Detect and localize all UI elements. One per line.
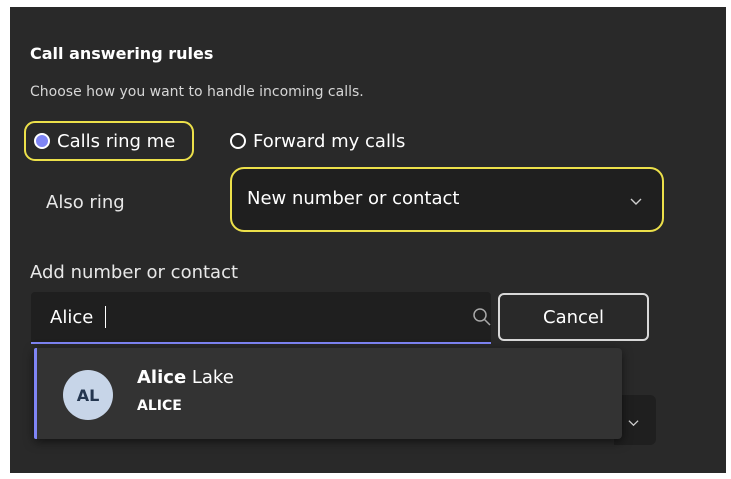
contact-name-match: Alice bbox=[137, 367, 187, 388]
contact-search-box bbox=[31, 292, 491, 344]
contact-name: Alice Lake bbox=[137, 367, 234, 388]
also-ring-dropdown[interactable]: New number or contact bbox=[230, 167, 664, 232]
radio-unselected-icon bbox=[230, 133, 246, 149]
radio-selected-icon bbox=[34, 133, 50, 149]
chevron-down-icon bbox=[628, 420, 639, 427]
call-answering-panel: Call answering rules Choose how you want… bbox=[10, 7, 726, 473]
contact-alias: ALICE bbox=[137, 398, 182, 414]
also-ring-label: Also ring bbox=[46, 192, 125, 213]
forward-my-calls-label: Forward my calls bbox=[253, 130, 406, 152]
section-title: Call answering rules bbox=[30, 44, 214, 63]
search-icon[interactable] bbox=[472, 307, 492, 327]
text-caret bbox=[105, 306, 106, 328]
call-handling-radio-group: Calls ring me Forward my calls bbox=[24, 121, 444, 165]
forward-my-calls-radio[interactable]: Forward my calls bbox=[230, 121, 405, 161]
contact-suggestion-item[interactable]: AL Alice Lake ALICE bbox=[34, 348, 622, 439]
chevron-down-icon bbox=[630, 198, 642, 205]
cancel-button[interactable]: Cancel bbox=[498, 293, 649, 341]
calls-ring-me-radio[interactable]: Calls ring me bbox=[24, 121, 194, 161]
add-number-or-contact-label: Add number or contact bbox=[30, 262, 239, 283]
avatar: AL bbox=[63, 370, 113, 420]
also-ring-selected-value: New number or contact bbox=[247, 188, 460, 209]
section-subtitle: Choose how you want to handle incoming c… bbox=[30, 84, 364, 100]
selection-accent-bar bbox=[34, 348, 37, 439]
contact-name-rest: Lake bbox=[186, 367, 234, 388]
contact-suggestions-list: AL Alice Lake ALICE bbox=[34, 348, 622, 439]
calls-ring-me-label: Calls ring me bbox=[57, 130, 176, 152]
